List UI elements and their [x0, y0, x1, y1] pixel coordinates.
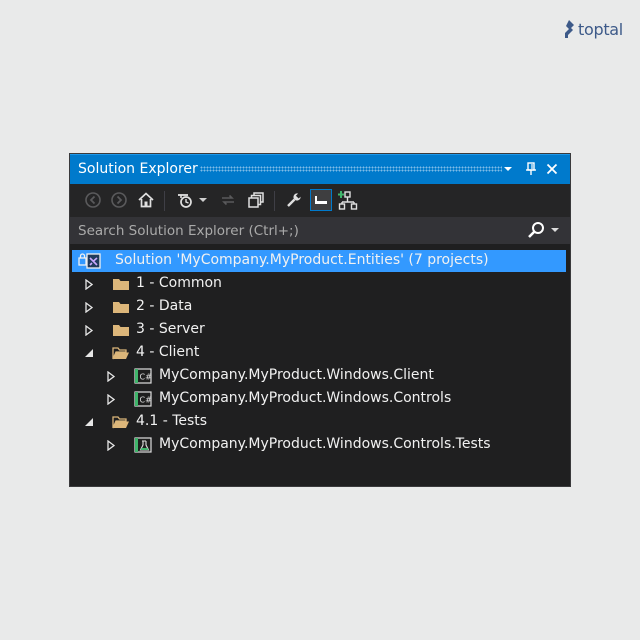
folder-open-icon — [112, 414, 130, 430]
toolbar-separator — [164, 191, 165, 211]
tree-item-label: MyCompany.MyProduct.Windows.Controls — [159, 390, 452, 406]
title-bar[interactable]: Solution Explorer — [70, 154, 570, 184]
logo-text: toptal — [578, 19, 623, 39]
collapse-all-button[interactable] — [245, 189, 267, 211]
chevron-down-icon — [551, 227, 559, 232]
close-icon — [546, 163, 558, 175]
tree-item-folder[interactable]: 1 - Common — [72, 273, 566, 295]
close-button[interactable] — [542, 159, 562, 179]
search-options-dropdown[interactable] — [549, 220, 561, 240]
tree-item-solution[interactable]: Solution 'MyCompany.MyProduct.Entities' … — [72, 250, 566, 272]
expander-expanded-icon[interactable] — [83, 347, 95, 359]
folder-icon — [112, 299, 130, 315]
history-dropdown[interactable] — [197, 189, 209, 211]
toptal-logo-mark-icon — [565, 20, 574, 38]
pin-icon — [526, 162, 536, 175]
dropdown-icon — [504, 167, 512, 171]
tree-item-label: 1 - Common — [136, 275, 222, 291]
search-bar — [70, 217, 570, 244]
expander-collapsed-icon[interactable] — [105, 393, 117, 405]
forward-button[interactable] — [108, 189, 130, 211]
view-switch-icon — [338, 191, 358, 210]
solution-icon — [78, 253, 102, 269]
expander-collapsed-icon[interactable] — [83, 278, 95, 290]
tree-item-project[interactable]: MyCompany.MyProduct.Windows.Controls.Tes… — [72, 434, 566, 456]
expander-collapsed-icon[interactable] — [105, 370, 117, 382]
search-icon — [528, 222, 544, 238]
switch-views-button[interactable] — [337, 189, 359, 211]
tree-item-label: 4 - Client — [136, 344, 200, 360]
window-position-dropdown[interactable] — [498, 159, 518, 179]
tree-item-folder[interactable]: 2 - Data — [72, 296, 566, 318]
properties-button[interactable] — [283, 189, 305, 211]
tree-item-folder[interactable]: 3 - Server — [72, 319, 566, 341]
tree-item-folder[interactable]: 4 - Client — [72, 342, 566, 364]
preview-icon — [315, 196, 327, 204]
tree-item-label: 3 - Server — [136, 321, 205, 337]
folder-icon — [112, 322, 130, 338]
tree-item-label: MyCompany.MyProduct.Windows.Client — [159, 367, 434, 383]
solution-tree: Solution 'MyCompany.MyProduct.Entities' … — [70, 248, 570, 486]
toptal-logo: toptal — [562, 17, 623, 41]
expander-collapsed-icon[interactable] — [83, 324, 95, 336]
expander-collapsed-icon[interactable] — [83, 301, 95, 313]
preview-selected-items-button[interactable] — [310, 189, 332, 211]
back-icon — [85, 192, 101, 208]
toolbar — [70, 184, 570, 217]
collapse-all-icon — [248, 192, 264, 208]
back-button[interactable] — [82, 189, 104, 211]
sync-icon — [222, 194, 234, 206]
title-grip[interactable] — [200, 166, 502, 172]
search-button[interactable] — [525, 220, 547, 240]
test-project-icon — [134, 437, 152, 453]
csharp-project-icon: C# — [134, 368, 152, 384]
expander-expanded-icon[interactable] — [83, 416, 95, 428]
home-button[interactable] — [135, 189, 157, 211]
tree-item-project[interactable]: C# MyCompany.MyProduct.Windows.Controls — [72, 388, 566, 410]
tree-item-label: Solution 'MyCompany.MyProduct.Entities' … — [115, 252, 489, 268]
history-icon — [178, 194, 192, 208]
svg-text:C#: C# — [140, 396, 153, 405]
sync-button[interactable] — [217, 189, 239, 211]
solution-explorer-window: Solution Explorer Search Solution Explor… — [70, 154, 570, 486]
pending-changes-filter-button[interactable] — [174, 189, 196, 211]
tree-item-project[interactable]: C# MyCompany.MyProduct.Windows.Client — [72, 365, 566, 387]
properties-icon — [287, 192, 302, 207]
folder-open-icon — [112, 345, 130, 361]
folder-icon — [112, 276, 130, 292]
expander-collapsed-icon[interactable] — [105, 439, 117, 451]
chevron-down-icon — [199, 197, 207, 202]
toolbar-separator — [274, 191, 275, 211]
pin-button[interactable] — [521, 159, 541, 179]
forward-icon — [111, 192, 127, 208]
tree-item-label: 4.1 - Tests — [136, 413, 208, 429]
search-input[interactable] — [72, 219, 518, 242]
home-icon — [138, 192, 154, 208]
csharp-project-icon: C# — [134, 391, 152, 407]
window-title: Solution Explorer — [78, 161, 198, 177]
tree-item-label: 2 - Data — [136, 298, 193, 314]
tree-item-label: MyCompany.MyProduct.Windows.Controls.Tes… — [159, 436, 491, 452]
tree-item-folder[interactable]: 4.1 - Tests — [72, 411, 566, 433]
svg-text:C#: C# — [140, 373, 153, 382]
